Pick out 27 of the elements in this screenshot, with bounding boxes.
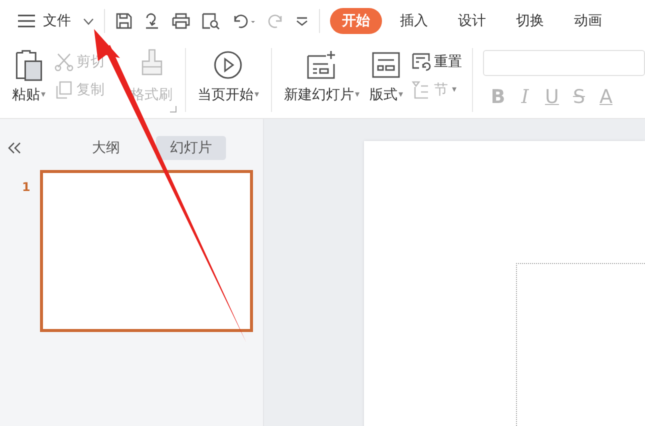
ribbon-tab[interactable]: 设计 xyxy=(446,8,498,34)
save-icon[interactable] xyxy=(115,12,133,30)
menu-icon xyxy=(18,14,35,28)
play-from-current-button[interactable]: 当页开始▾ xyxy=(195,48,262,104)
file-menu-button[interactable]: 文件 xyxy=(18,12,94,30)
scissors-icon xyxy=(54,52,74,72)
new-slide-icon xyxy=(306,48,338,82)
reset-button[interactable]: 重置 xyxy=(411,52,462,72)
slide-number: 1 xyxy=(22,180,30,194)
chevron-icon xyxy=(83,18,94,24)
ribbon-tab[interactable]: 切换 xyxy=(504,8,556,34)
play-icon xyxy=(213,48,244,82)
cloud-save-icon[interactable] xyxy=(143,12,161,30)
slide-thumbnail[interactable] xyxy=(40,170,254,332)
reset-icon xyxy=(411,52,432,72)
paste-button[interactable]: 粘贴▾ xyxy=(10,48,48,104)
view-tab[interactable]: 大纲 xyxy=(78,136,134,160)
new-slide-button[interactable]: 新建幻灯片▾ xyxy=(282,48,362,104)
collapse-icon[interactable] xyxy=(8,142,22,154)
print-icon[interactable] xyxy=(171,12,191,30)
copy-icon xyxy=(54,80,74,100)
layout-button[interactable]: 版式▾ xyxy=(368,48,406,104)
ribbon-tab[interactable]: 插入 xyxy=(388,8,440,34)
view-tab[interactable]: 幻灯片 xyxy=(156,136,226,160)
font-name-field[interactable] xyxy=(482,50,645,76)
ribbon-tab[interactable]: 动画 xyxy=(562,8,614,34)
print-preview-icon[interactable] xyxy=(201,12,221,30)
